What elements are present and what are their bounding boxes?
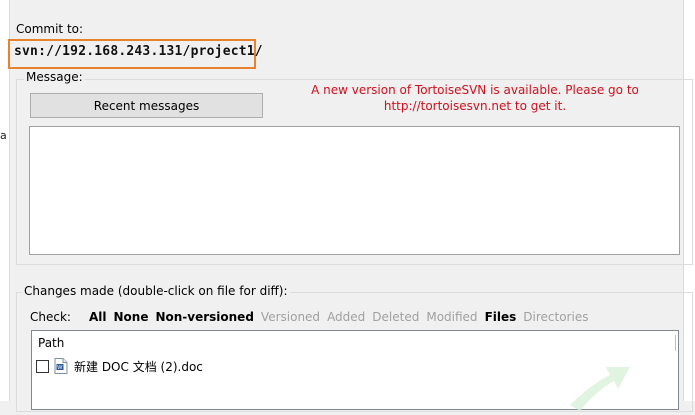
svg-text:W: W xyxy=(57,365,63,371)
filter-files[interactable]: Files xyxy=(485,310,517,324)
filter-non-versioned[interactable]: Non-versioned xyxy=(155,310,253,324)
filter-modified[interactable]: Modified xyxy=(426,310,477,324)
commit-to-label: Commit to: xyxy=(16,22,84,36)
update-notice-line2: http://tortoisesvn.net to get it. xyxy=(383,99,567,113)
list-item[interactable]: W 新建 DOC 文档 (2).doc xyxy=(36,357,203,375)
edge-fragment: a xyxy=(0,129,7,142)
filter-none[interactable]: None xyxy=(113,310,148,324)
recent-messages-button[interactable]: Recent messages xyxy=(30,93,263,118)
file-name: 新建 DOC 文档 (2).doc xyxy=(74,359,203,374)
update-notice-line1: A new version of TortoiseSVN is availabl… xyxy=(311,83,639,97)
filter-added[interactable]: Added xyxy=(327,310,365,324)
filter-deleted[interactable]: Deleted xyxy=(372,310,419,324)
filter-versioned[interactable]: Versioned xyxy=(261,310,320,324)
repository-url: svn://192.168.243.131/project1/ xyxy=(14,44,263,59)
tortoisesvn-watermark-icon xyxy=(570,367,630,411)
check-label: Check: xyxy=(30,310,71,324)
column-separator[interactable] xyxy=(675,335,676,351)
check-filter-row: Check: All None Non-versioned Versioned … xyxy=(30,309,595,325)
update-notice[interactable]: A new version of TortoiseSVN is availabl… xyxy=(300,82,650,114)
message-label: Message: xyxy=(24,70,85,84)
path-column-header[interactable]: Path xyxy=(38,336,64,350)
file-checkbox[interactable] xyxy=(36,359,49,373)
filter-directories[interactable]: Directories xyxy=(523,310,588,324)
changes-made-label: Changes made (double-click on file for d… xyxy=(22,284,290,298)
filter-all[interactable]: All xyxy=(89,310,107,324)
word-doc-icon: W xyxy=(54,358,68,374)
commit-message-textarea[interactable] xyxy=(29,126,680,255)
